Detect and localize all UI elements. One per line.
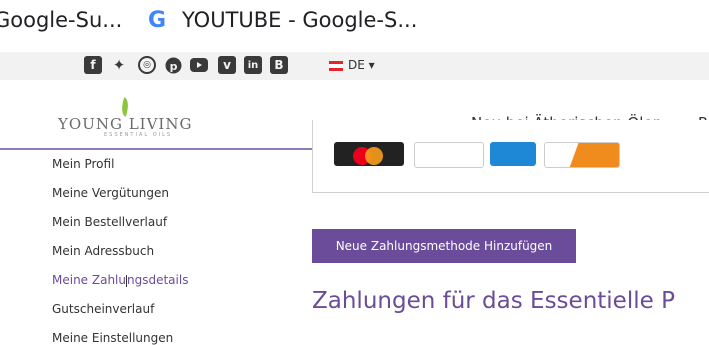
tab-youtube[interactable]: YOUTUBE - Google-S... xyxy=(182,8,417,32)
amex-icon xyxy=(490,142,536,166)
browser-tab-strip: Google-Su... G YOUTUBE - Google-S... xyxy=(0,0,709,40)
logo-subtitle: ESSENTIAL OILS xyxy=(104,132,173,138)
sidebar-item-settings[interactable]: Meine Einstellungen xyxy=(52,331,173,345)
twitter-icon[interactable]: ✦ xyxy=(110,56,128,74)
youtube-icon[interactable] xyxy=(190,56,208,74)
google-icon: G xyxy=(148,8,167,33)
sidebar-item-profile[interactable]: Mein Profil xyxy=(52,157,114,171)
blog-icon[interactable]: B xyxy=(270,56,288,74)
pinterest-icon[interactable]: p xyxy=(164,56,182,74)
language-selector[interactable]: DE ▾ xyxy=(348,58,375,72)
visa-icon xyxy=(414,142,484,168)
flag-icon[interactable] xyxy=(329,61,343,71)
vimeo-icon[interactable]: v xyxy=(218,56,236,74)
social-bar: f ✦ ◎ p v in B DE ▾ xyxy=(0,52,709,80)
sidebar-item-order-history[interactable]: Mein Bestellverlauf xyxy=(52,215,167,229)
mastercard-icon xyxy=(334,142,404,166)
sidebar-item-rewards[interactable]: Meine Vergütungen xyxy=(52,186,169,200)
sidebar-item-label: Meine Zahlu xyxy=(52,273,126,287)
sidebar-item-label: ngsdetails xyxy=(127,273,189,287)
svg-text:p: p xyxy=(169,60,177,73)
tab-google-su[interactable]: Google-Su... xyxy=(0,8,122,32)
sidebar-item-voucher-history[interactable]: Gutscheinverlauf xyxy=(52,302,154,316)
logo[interactable]: YOUNG LIVING xyxy=(58,115,192,133)
sidebar-item-address-book[interactable]: Mein Adressbuch xyxy=(52,244,154,258)
add-payment-method-button[interactable]: Neue Zahlungsmethode Hinzufügen xyxy=(312,229,576,263)
discover-icon xyxy=(544,142,620,168)
instagram-icon[interactable]: ◎ xyxy=(138,56,156,74)
sidebar-item-payment-details[interactable]: Meine Zahlungsdetails xyxy=(52,273,188,287)
logo-leaf-icon xyxy=(118,97,132,117)
section-heading: Zahlungen für das Essentielle P xyxy=(312,288,675,314)
facebook-icon[interactable]: f xyxy=(84,56,102,74)
linkedin-icon[interactable]: in xyxy=(244,56,262,74)
